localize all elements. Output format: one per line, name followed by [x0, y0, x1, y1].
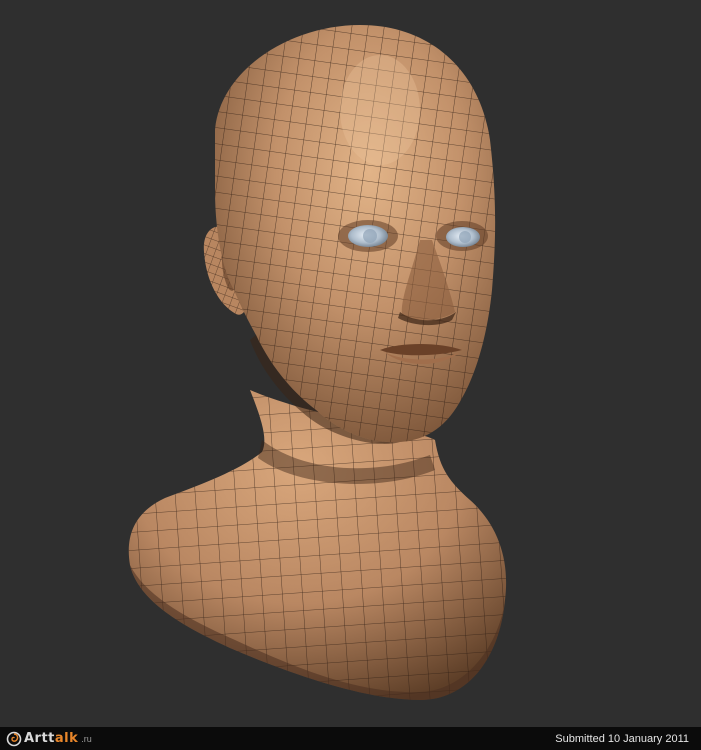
- left-eye: [348, 225, 388, 247]
- footer-bar: Arttalk .ru Submitted 10 January 2011: [0, 727, 701, 750]
- submitted-date: Submitted 10 January 2011: [555, 732, 689, 745]
- arttalk-logo[interactable]: Arttalk .ru: [6, 731, 92, 747]
- head-bust-render: [128, 25, 507, 700]
- right-eye: [446, 227, 480, 247]
- bust-mesh: [128, 390, 507, 700]
- logo-domain-suffix: .ru: [81, 733, 92, 744]
- swirl-logo-icon: [6, 731, 22, 746]
- render-viewport: [0, 0, 701, 727]
- logo-wordmark: Arttalk: [24, 731, 79, 746]
